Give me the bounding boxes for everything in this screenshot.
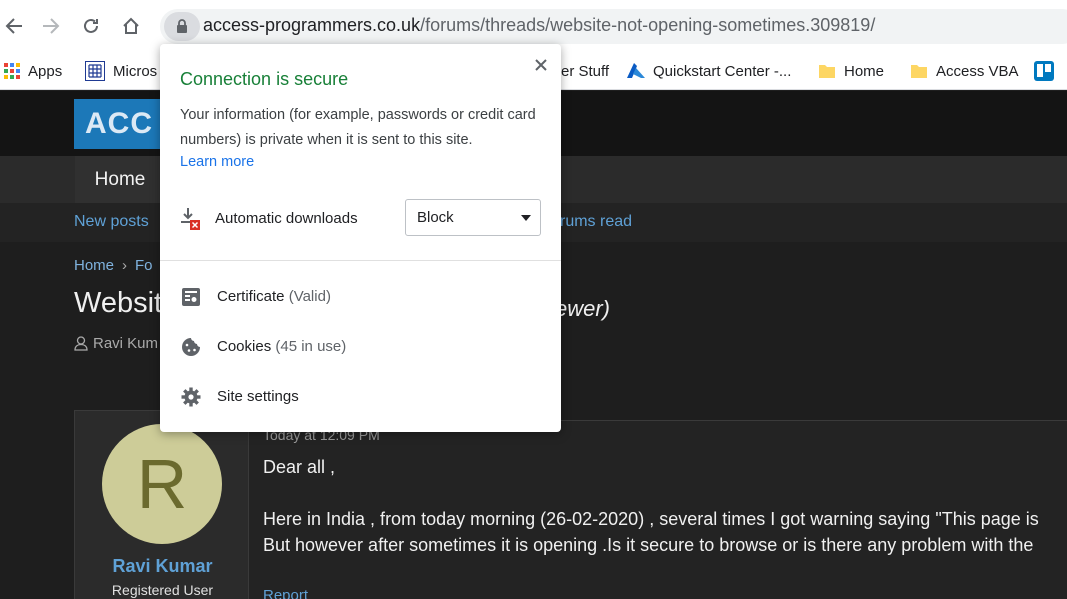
bookmark-label: Access VBA (936, 62, 1019, 80)
breadcrumb-home[interactable]: Home (74, 257, 114, 274)
popup-description: Your information (for example, passwords… (180, 107, 536, 148)
chevron-right-icon: › (122, 257, 128, 274)
site-logo[interactable]: ACC (74, 99, 174, 149)
breadcrumb-forums[interactable]: Fo (135, 257, 153, 274)
reload-icon (84, 18, 98, 33)
automatic-downloads-select[interactable]: Block (405, 199, 541, 236)
site-settings-item[interactable]: Site settings (160, 376, 561, 416)
divider (160, 260, 561, 261)
bookmark-access-vba[interactable]: Access VBA (910, 52, 1019, 90)
user-icon (74, 336, 88, 351)
bookmark-label: Home (844, 62, 885, 80)
bookmark-home[interactable]: Home (818, 52, 884, 90)
bookmark-trello[interactable] (1034, 52, 1062, 90)
azure-icon (625, 62, 645, 80)
bookmark-quickstart[interactable]: Quickstart Center -... (625, 52, 791, 90)
back-button[interactable] (0, 12, 28, 40)
site-info-button[interactable] (164, 12, 200, 41)
folder-icon (818, 62, 836, 80)
download-blocked-icon (180, 207, 202, 236)
apps-grid-icon (4, 63, 20, 79)
url-path: /forums/threads/website-not-opening-some… (420, 15, 876, 35)
post-greeting: Dear all , (263, 457, 336, 477)
nav-new-posts[interactable]: New posts (74, 213, 149, 231)
post-user-card: R Ravi Kumar Registered User (74, 410, 249, 599)
site-settings-label: Site settings (217, 388, 299, 405)
bookmark-apps[interactable]: Apps (4, 52, 62, 90)
cookie-icon (180, 336, 202, 358)
bookmark-label: Micros (113, 62, 158, 80)
cookies-text: Cookies (217, 338, 272, 355)
certificate-status: (Valid) (288, 288, 331, 305)
arrow-left-icon (5, 18, 22, 34)
starter-name[interactable]: Ravi Kum (93, 335, 158, 352)
gear-icon (180, 386, 202, 408)
close-icon (535, 59, 547, 71)
automatic-downloads-label: Automatic downloads (215, 210, 358, 227)
cookies-count: (45 in use) (275, 338, 347, 355)
thread-title: Websit (74, 287, 163, 319)
learn-more-link[interactable]: Learn more (180, 154, 254, 170)
certificate-icon (180, 286, 202, 308)
bookmark-microsoft[interactable]: Micros (85, 52, 157, 90)
cookies-label: Cookies (45 in use) (217, 338, 346, 355)
url-host: access-programmers.co.uk (203, 15, 421, 35)
select-value: Block (417, 209, 454, 226)
nav-tab-home[interactable]: Home (75, 156, 165, 203)
post-body: Today at 12:09 PM Dear all , Here in Ind… (249, 420, 1067, 599)
bookmark-label: er Stuff (561, 62, 610, 80)
report-link[interactable]: Report (263, 587, 308, 599)
forward-button[interactable] (37, 12, 65, 40)
trello-icon (1034, 61, 1054, 81)
certificate-item[interactable]: Certificate (Valid) (160, 276, 561, 316)
microsoft-icon (85, 61, 105, 81)
close-button[interactable] (530, 54, 552, 76)
url-text[interactable]: access-programmers.co.uk/forums/threads/… (203, 15, 875, 36)
avatar[interactable]: R (102, 424, 222, 544)
lock-icon (177, 19, 187, 33)
nav-mark-forums-read[interactable]: rums read (560, 213, 632, 231)
bookmark-other-stuff[interactable]: er Stuff (561, 52, 609, 90)
post-line-2: But however after sometimes it is openin… (263, 535, 1034, 555)
reload-button[interactable] (77, 12, 105, 40)
certificate-text: Certificate (217, 288, 285, 305)
home-button[interactable] (117, 12, 145, 40)
post-line-1: Here in India , from today morning (26-0… (263, 509, 1039, 529)
chevron-down-icon (521, 215, 531, 221)
folder-icon (910, 62, 928, 80)
popup-title: Connection is secure (180, 69, 349, 89)
thread-starter: Ravi Kum (74, 335, 158, 352)
site-info-popup: Connection is secure Your information (f… (160, 44, 561, 432)
bookmark-label: Apps (28, 62, 63, 80)
bookmark-label: Quickstart Center -... (653, 62, 792, 80)
breadcrumb: Home › Fo (74, 257, 153, 274)
home-icon (123, 17, 139, 34)
certificate-label: Certificate (Valid) (217, 288, 331, 305)
cookies-item[interactable]: Cookies (45 in use) (160, 326, 561, 366)
arrow-right-icon (43, 18, 60, 34)
post-username[interactable]: Ravi Kumar (75, 556, 250, 577)
post-user-title: Registered User (111, 582, 214, 598)
thread-title-tail: ewer) (555, 296, 611, 321)
